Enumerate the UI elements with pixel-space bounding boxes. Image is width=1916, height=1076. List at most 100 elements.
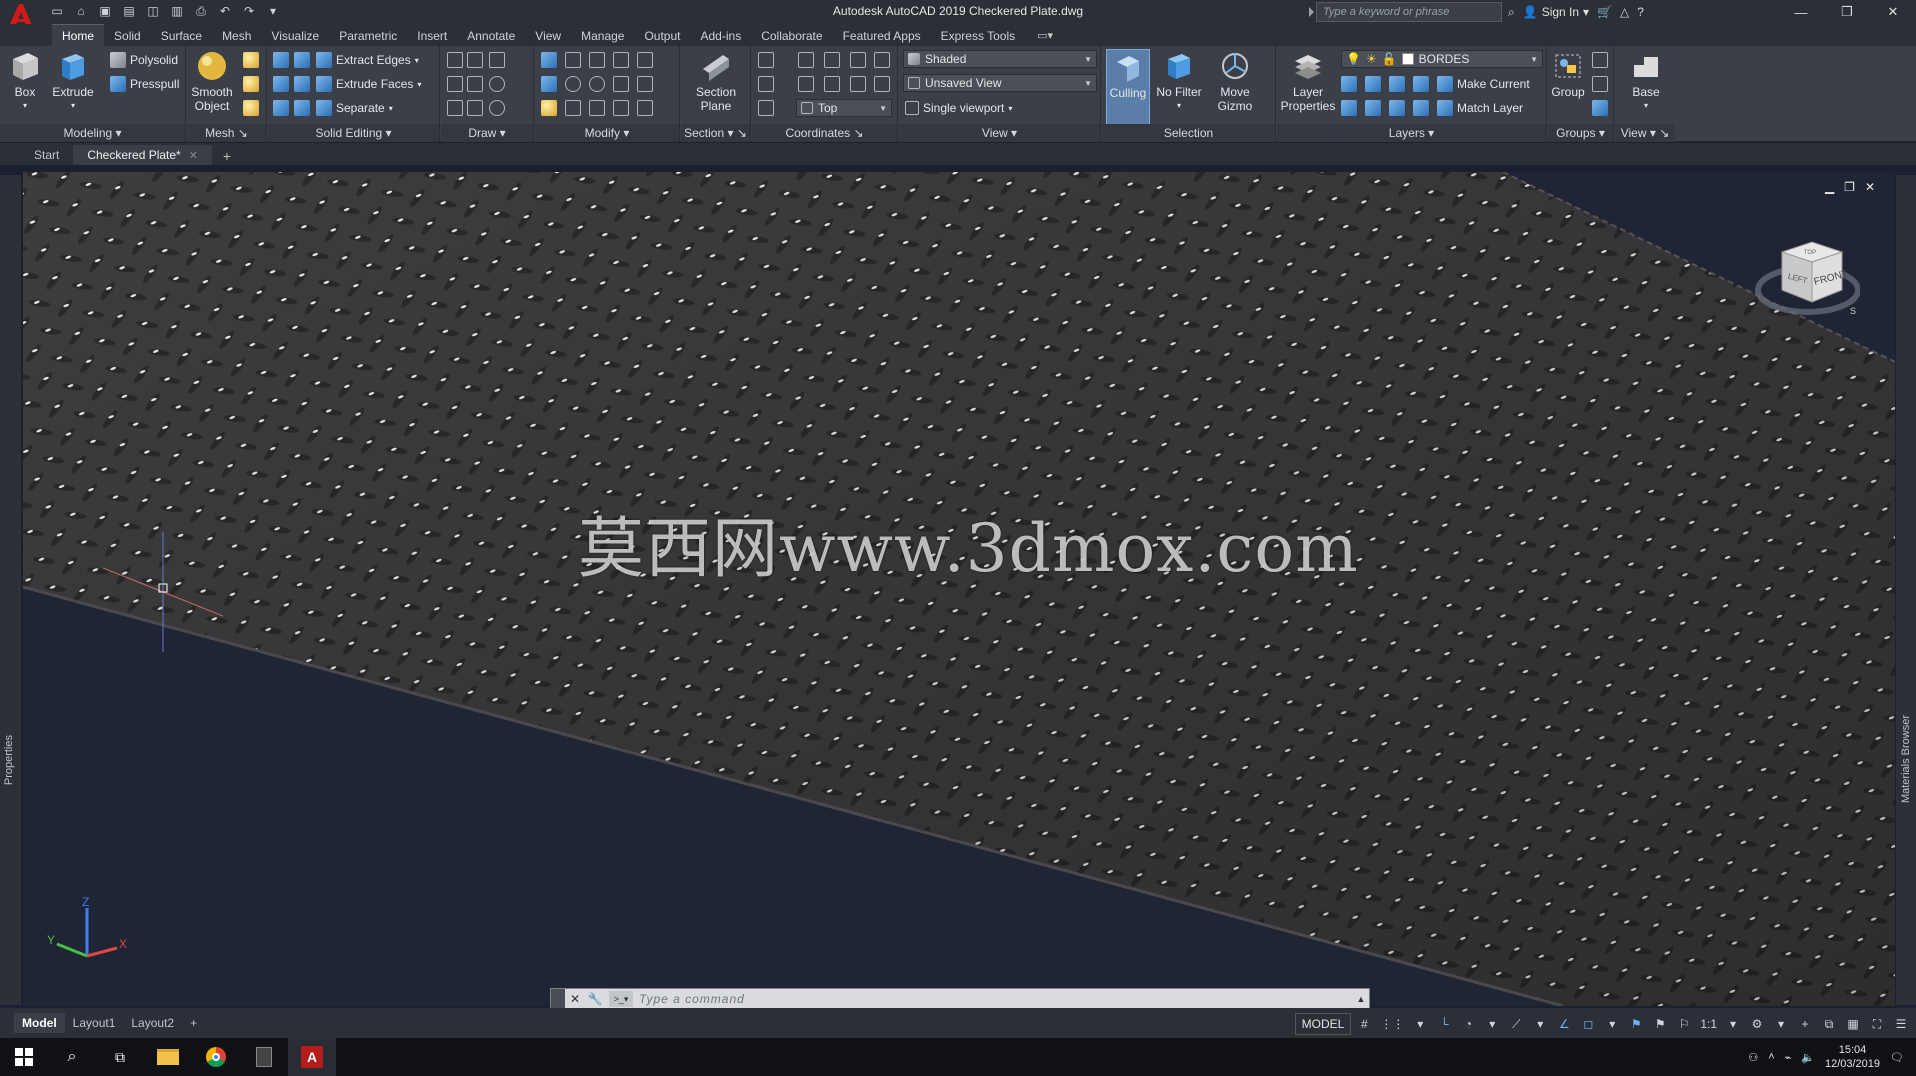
- ungroup-button[interactable]: [1592, 50, 1608, 70]
- ucs-button[interactable]: [758, 50, 774, 70]
- 3d-scale-button[interactable]: [565, 98, 581, 118]
- qat-dropdown-icon[interactable]: ▾: [264, 2, 282, 20]
- extrude-button[interactable]: Extrude ▾: [50, 49, 96, 113]
- ucs-3point-button[interactable]: [758, 74, 774, 94]
- minimize-button[interactable]: —: [1778, 0, 1824, 24]
- viewport-config-button[interactable]: Single viewport ▾: [905, 98, 1012, 118]
- ribbon-display-toggle-icon[interactable]: ▭▾: [1033, 25, 1057, 46]
- ucs-x-button[interactable]: [798, 74, 814, 94]
- save-icon[interactable]: ▣: [96, 2, 114, 20]
- viewport-close-icon[interactable]: ✕: [1865, 180, 1875, 194]
- save-as-icon[interactable]: ▤: [120, 2, 138, 20]
- viewcube-compass-s[interactable]: S: [1850, 306, 1856, 316]
- presspull-button[interactable]: Presspull: [110, 74, 179, 94]
- tab-visualize[interactable]: Visualize: [261, 25, 329, 46]
- redo-icon[interactable]: ↷: [240, 2, 258, 20]
- autodesk-a360-icon[interactable]: △: [1620, 5, 1629, 19]
- panel-title-modeling[interactable]: Modeling ▾: [0, 124, 185, 142]
- chevron-down-icon[interactable]: ▾: [1529, 1012, 1551, 1036]
- union-button[interactable]: [273, 50, 289, 70]
- group-selection-button[interactable]: [1592, 98, 1608, 118]
- search-input[interactable]: Type a keyword or phrase: [1316, 2, 1502, 22]
- command-line-grip[interactable]: [551, 989, 565, 1009]
- tab-manage[interactable]: Manage: [571, 25, 634, 46]
- panel-title-section[interactable]: Section ▾ ↘: [681, 124, 750, 142]
- search-icon[interactable]: ⌕: [48, 1038, 96, 1076]
- tab-parametric[interactable]: Parametric: [329, 25, 407, 46]
- snap-icon[interactable]: ⋮⋮: [1377, 1012, 1407, 1036]
- base-view-button[interactable]: Base ▾: [1623, 49, 1669, 113]
- panel-title-mesh[interactable]: Mesh ↘: [187, 124, 266, 142]
- fillet-button[interactable]: [637, 74, 653, 94]
- offset-button[interactable]: [613, 98, 629, 118]
- chevron-down-icon[interactable]: ▾: [1770, 1012, 1792, 1036]
- materials-browser-label[interactable]: Materials Browser: [1900, 715, 1912, 803]
- chrome-icon[interactable]: [192, 1038, 240, 1076]
- chevron-down-icon[interactable]: ▾: [1409, 1012, 1431, 1036]
- drawing-viewport[interactable]: ▁ ❐ ✕ TOP LEFT FRONT S 莫西网www.3dmox.com …: [23, 172, 1895, 1006]
- circle-button[interactable]: [489, 74, 505, 94]
- subtract-button[interactable]: [273, 74, 289, 94]
- ucs-zaxis-button[interactable]: [874, 74, 890, 94]
- command-input[interactable]: Type a command: [637, 992, 1353, 1006]
- culling-button[interactable]: Culling: [1106, 49, 1150, 125]
- windows-start-icon[interactable]: [0, 1038, 48, 1076]
- extrude-faces-button[interactable]: Extrude Faces ▾: [316, 74, 421, 94]
- intersect-button[interactable]: [273, 98, 289, 118]
- new-tab-button[interactable]: +: [216, 147, 238, 165]
- tab-layout1[interactable]: Layout1: [65, 1013, 124, 1033]
- tab-mesh[interactable]: Mesh: [212, 25, 261, 46]
- clean-screen-icon[interactable]: ⛶: [1866, 1012, 1888, 1036]
- cart-icon[interactable]: 🛒: [1597, 5, 1612, 19]
- mesh-smooth-more-button[interactable]: [243, 50, 259, 70]
- add-layout-button[interactable]: +: [182, 1013, 205, 1033]
- panel-title-layers[interactable]: Layers ▾: [1277, 124, 1546, 142]
- viewcube[interactable]: TOP LEFT FRONT S: [1750, 232, 1860, 332]
- hardware-acceleration-icon[interactable]: ▦: [1842, 1012, 1864, 1036]
- tab-add-ins[interactable]: Add-ins: [691, 25, 752, 46]
- object-snap-icon[interactable]: ◻: [1577, 1012, 1599, 1036]
- panel-title-groups[interactable]: Groups ▾: [1548, 124, 1613, 142]
- layer-isolate-button[interactable]: [1365, 74, 1381, 94]
- layer-lock-button[interactable]: [1413, 74, 1429, 94]
- polar-tracking-icon[interactable]: ◔: [1457, 1012, 1479, 1036]
- model-space-toggle[interactable]: MODEL: [1294, 1013, 1352, 1035]
- restore-button[interactable]: ❐: [1824, 0, 1870, 24]
- 3d-move-button[interactable]: [565, 50, 581, 70]
- tab-express-tools[interactable]: Express Tools: [931, 25, 1025, 46]
- layer-thaw-button[interactable]: [1389, 98, 1405, 118]
- ucs-face-button[interactable]: [850, 50, 866, 70]
- autocad-taskbar-icon[interactable]: A: [288, 1038, 336, 1076]
- object-snap-tracking-icon[interactable]: ∠: [1553, 1012, 1575, 1036]
- layer-on-all-button[interactable]: [1341, 98, 1357, 118]
- tab-surface[interactable]: Surface: [151, 25, 212, 46]
- mirror-button[interactable]: [541, 50, 557, 70]
- box-button[interactable]: Box ▾: [2, 49, 48, 113]
- move-gizmo-button[interactable]: Move Gizmo: [1212, 49, 1258, 113]
- ucs-previous-button[interactable]: [824, 50, 840, 70]
- close-icon[interactable]: ✕: [565, 989, 585, 1009]
- plot-icon[interactable]: ▥: [168, 2, 186, 20]
- layer-dropdown[interactable]: 💡 ☀ 🔓 BORDES ▼: [1341, 50, 1543, 68]
- sign-in-button[interactable]: 👤 Sign In ▾: [1523, 5, 1589, 19]
- web-mobile-icon[interactable]: ◫: [144, 2, 162, 20]
- system-clock[interactable]: 15:04 12/03/2019: [1825, 1043, 1880, 1071]
- ellipse-button[interactable]: [489, 98, 505, 118]
- annotation-visibility-icon[interactable]: ⚑: [1625, 1012, 1647, 1036]
- new-file-icon[interactable]: ▭: [48, 2, 66, 20]
- open-file-icon[interactable]: ⌂: [72, 2, 90, 20]
- people-icon[interactable]: ⚇: [1748, 1051, 1758, 1064]
- layer-properties-button[interactable]: Layer Properties: [1279, 49, 1337, 113]
- customize-menu-icon[interactable]: ☰: [1890, 1012, 1912, 1036]
- 3d-mirror-button[interactable]: [541, 74, 557, 94]
- chevron-down-icon[interactable]: ▾: [1481, 1012, 1503, 1036]
- close-button[interactable]: ✕: [1870, 0, 1916, 24]
- customize-wrench-icon[interactable]: 🔧: [585, 989, 605, 1009]
- interfere-button[interactable]: [294, 50, 310, 70]
- polygon-button[interactable]: [447, 98, 463, 118]
- chevron-up-icon[interactable]: ˄: [1768, 1051, 1774, 1063]
- properties-label[interactable]: Properties: [3, 735, 15, 785]
- polyline-button[interactable]: [467, 50, 483, 70]
- layer-unlock-button[interactable]: [1413, 98, 1429, 118]
- plus-icon[interactable]: +: [1794, 1012, 1816, 1036]
